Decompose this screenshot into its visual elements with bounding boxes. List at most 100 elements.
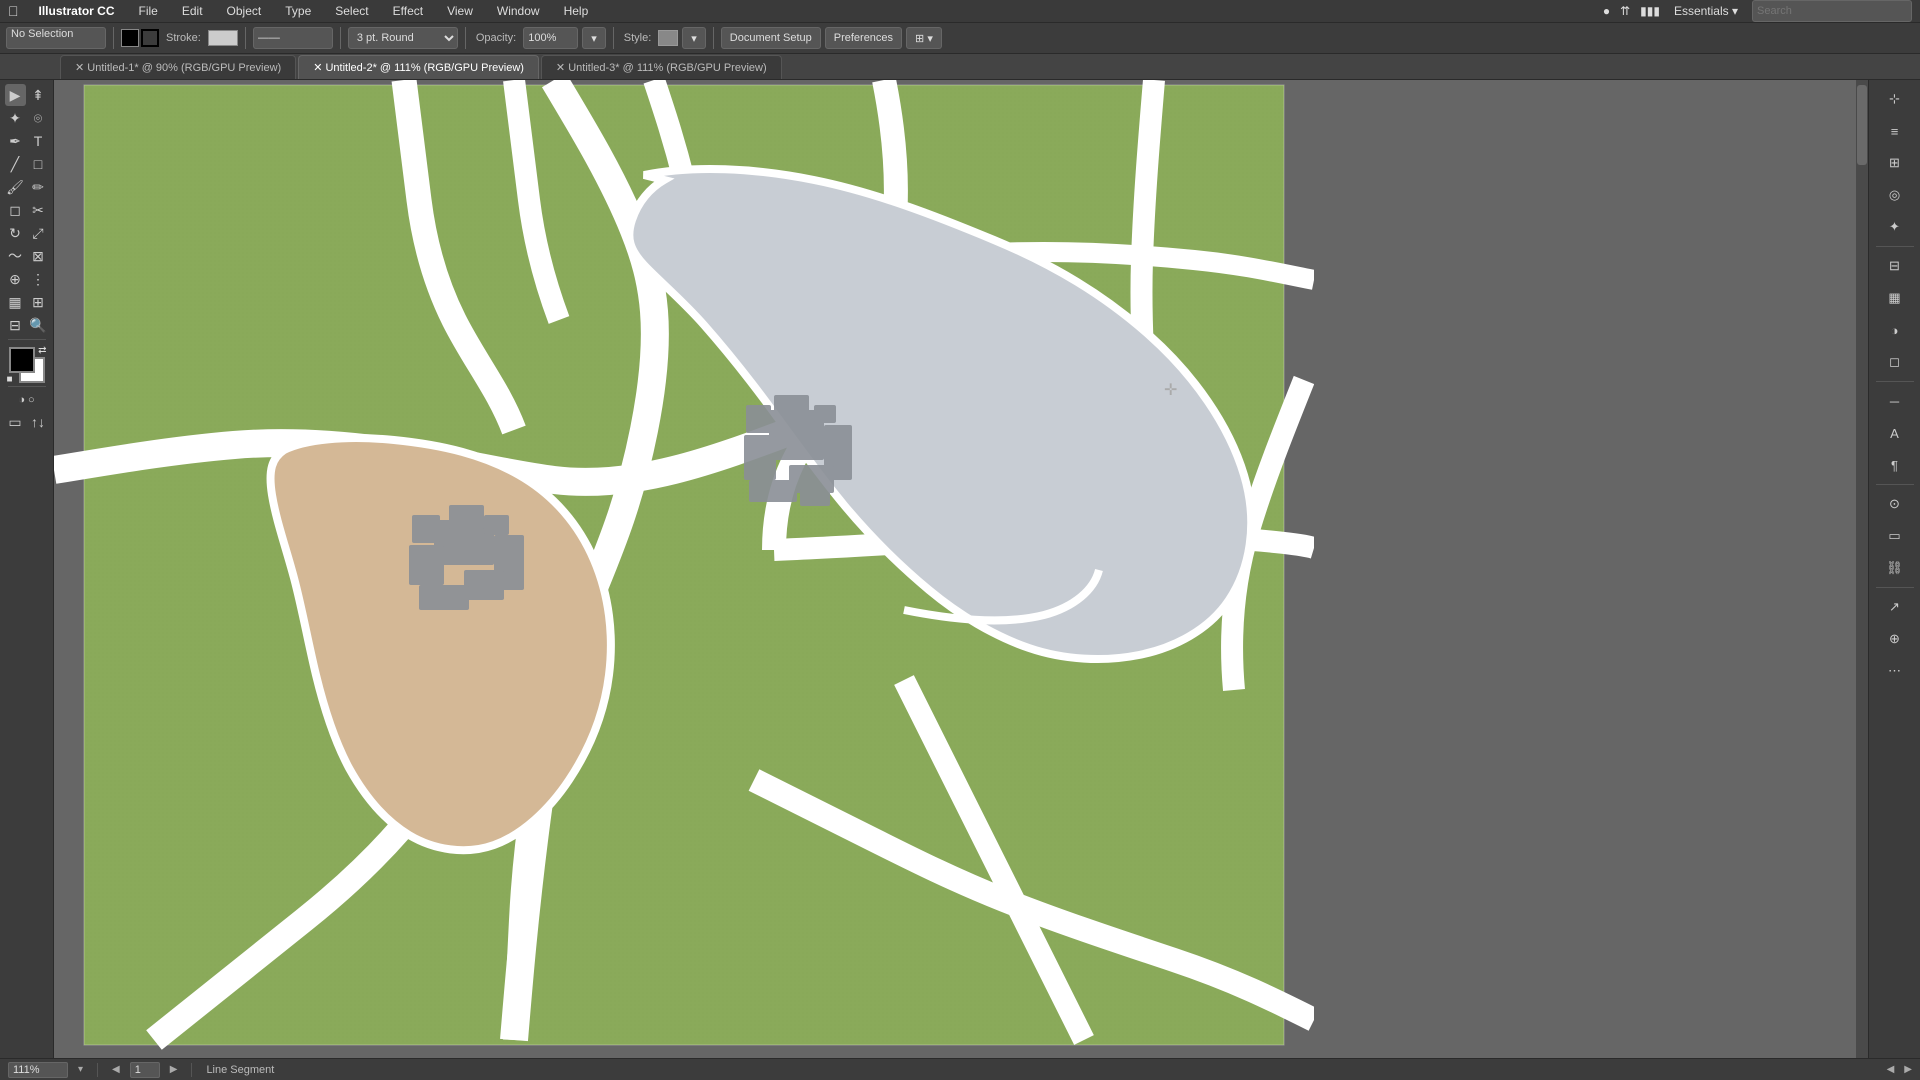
menu-file[interactable]: File: [135, 4, 162, 18]
shape-builder-tool[interactable]: ⊕: [5, 268, 26, 290]
preferences-btn[interactable]: Preferences: [825, 27, 902, 49]
prev-page-arrow[interactable]: ◀: [112, 1064, 120, 1075]
color-mode-btn[interactable]: ◑ ○: [9, 390, 45, 410]
next-page-arrow[interactable]: ▶: [170, 1064, 178, 1075]
menu-type[interactable]: Type: [281, 4, 315, 18]
menu-effect[interactable]: Effect: [389, 4, 427, 18]
paintbrush-tool[interactable]: 🖌: [5, 176, 26, 198]
search-input[interactable]: [1752, 0, 1912, 22]
magic-wand-tool[interactable]: ✦: [5, 107, 26, 129]
panel-align-btn[interactable]: ≡: [1873, 116, 1917, 146]
artboard-label: Line Segment: [206, 1064, 274, 1076]
panel-brushes-btn[interactable]: ⊟: [1873, 251, 1917, 281]
panel-compass-btn[interactable]: ⊕: [1873, 624, 1917, 654]
page-field[interactable]: 1: [130, 1062, 160, 1078]
direct-select-tool[interactable]: ⇞: [28, 84, 49, 106]
menu-view[interactable]: View: [443, 4, 477, 18]
status-sep2: [191, 1063, 192, 1077]
style-box[interactable]: [658, 30, 678, 46]
sep4: [465, 27, 466, 49]
eraser-tools: ◻ ✂: [5, 199, 49, 221]
scroll-left-arrow[interactable]: ◀: [1887, 1064, 1895, 1075]
warp-tool[interactable]: 〜: [5, 245, 26, 267]
tab-3-label: ✕ Untitled-3* @ 111% (RGB/GPU Preview): [556, 61, 767, 74]
stroke-weight-field[interactable]: [253, 27, 333, 49]
menu-select[interactable]: Select: [331, 4, 372, 18]
chart-tool[interactable]: ▦: [5, 291, 26, 313]
panel-gradient-btn[interactable]: ◑: [1873, 315, 1917, 345]
tab-1-label: ✕ Untitled-1* @ 90% (RGB/GPU Preview): [75, 61, 281, 74]
menu-help[interactable]: Help: [560, 4, 593, 18]
panel-swatches-btn[interactable]: ▦: [1873, 283, 1917, 313]
menu-edit[interactable]: Edit: [178, 4, 207, 18]
vertical-scrollbar[interactable]: [1856, 80, 1868, 1058]
opacity-arrow[interactable]: ▾: [582, 27, 606, 49]
rpanel-sep3: [1876, 484, 1914, 485]
stroke-fill-swatches: [121, 29, 159, 47]
foreground-swatch[interactable]: [9, 347, 35, 373]
selection-tool[interactable]: ▶: [5, 84, 26, 106]
lasso-tool[interactable]: ⌾: [28, 107, 49, 129]
essentials-btn[interactable]: Essentials ▾: [1670, 4, 1742, 18]
line-tool[interactable]: ╱: [5, 153, 26, 175]
pencil-tool[interactable]: ✏: [28, 176, 49, 198]
tab-1[interactable]: ✕ Untitled-1* @ 90% (RGB/GPU Preview): [60, 55, 296, 79]
free-transform-tool[interactable]: ⊠: [28, 245, 49, 267]
menu-object[interactable]: Object: [223, 4, 266, 18]
panel-transparency-btn[interactable]: ◻: [1873, 347, 1917, 377]
eraser-tool[interactable]: ◻: [5, 199, 26, 221]
tab-3[interactable]: ✕ Untitled-3* @ 111% (RGB/GPU Preview): [541, 55, 782, 79]
panel-appearance-btn[interactable]: ◎: [1873, 180, 1917, 210]
swatch-reset-icon[interactable]: ■: [7, 374, 13, 385]
style-arrow[interactable]: ▾: [682, 27, 706, 49]
slice-tools: ⊟ 🔍: [5, 314, 49, 336]
panel-export-btn[interactable]: ↗: [1873, 592, 1917, 622]
panel-artboards-btn[interactable]: ▭: [1873, 521, 1917, 551]
stroke-options-select[interactable]: 3 pt. Round 1 pt. 2 pt.: [348, 27, 458, 49]
line-shape-tools: ╱ □: [5, 153, 49, 175]
panel-stroke-btn[interactable]: ─: [1873, 386, 1917, 416]
fill-swatch[interactable]: [121, 29, 139, 47]
stroke-swatch[interactable]: [141, 29, 159, 47]
scissors-tool[interactable]: ✂: [28, 199, 49, 221]
rotate-tool[interactable]: ↻: [5, 222, 26, 244]
gradient-mesh-tool[interactable]: ⋮: [28, 268, 49, 290]
type-tool[interactable]: T: [28, 130, 49, 152]
panel-charater-btn[interactable]: A: [1873, 418, 1917, 448]
menu-window[interactable]: Window: [493, 4, 544, 18]
pen-tool[interactable]: ✒: [5, 130, 26, 152]
canvas-area[interactable]: ✛: [54, 80, 1868, 1058]
panel-transform-btn[interactable]: ⊹: [1873, 84, 1917, 114]
data-tool[interactable]: ⊞: [28, 291, 49, 313]
slice-tool[interactable]: ⊟: [5, 314, 26, 336]
panel-symbols-btn[interactable]: ✦: [1873, 212, 1917, 242]
select-tools: ▶ ⇞: [5, 84, 49, 106]
status-sep1: [97, 1063, 98, 1077]
zoom-tool[interactable]: 🔍: [28, 314, 49, 336]
panel-links-btn[interactable]: ⛓: [1873, 553, 1917, 583]
toggle-btn[interactable]: ↑↓: [28, 411, 49, 433]
arrange-btn[interactable]: ⊞ ▾: [906, 27, 942, 49]
sep6: [713, 27, 714, 49]
app-name[interactable]: Illustrator CC: [35, 4, 119, 18]
panel-layers-btn[interactable]: ⊙: [1873, 489, 1917, 519]
zoom-field[interactable]: 111%: [8, 1062, 68, 1078]
swatch-swap-icon[interactable]: ⇄: [38, 345, 46, 356]
panel-pathfinder-btn[interactable]: ⊞: [1873, 148, 1917, 178]
main-layout: ▶ ⇞ ✦ ⌾ ✒ T ╱ □ 🖌 ✏ ◻ ✂ ↻ ⤢ 〜 ⊠: [0, 80, 1920, 1058]
shape-tool[interactable]: □: [28, 153, 49, 175]
scale-tool[interactable]: ⤢: [28, 222, 49, 244]
zoom-down-arrow[interactable]: ▾: [78, 1064, 83, 1075]
left-toolbar: ▶ ⇞ ✦ ⌾ ✒ T ╱ □ 🖌 ✏ ◻ ✂ ↻ ⤢ 〜 ⊠: [0, 80, 54, 1058]
tab-2[interactable]: ✕ Untitled-2* @ 111% (RGB/GPU Preview): [298, 55, 539, 79]
scroll-right-arrow[interactable]: ▶: [1904, 1064, 1912, 1075]
panel-paragraph-btn[interactable]: ¶: [1873, 450, 1917, 480]
apple-menu[interactable]: : [8, 3, 19, 19]
opacity-field[interactable]: 100%: [523, 27, 578, 49]
sep3: [340, 27, 341, 49]
doc-setup-btn[interactable]: Document Setup: [721, 27, 821, 49]
v-scroll-thumb[interactable]: [1857, 85, 1867, 165]
panel-misc-btn[interactable]: ⋯: [1873, 656, 1917, 686]
screen-mode-btn[interactable]: ▭: [5, 411, 26, 433]
stroke-color-box[interactable]: [208, 30, 238, 46]
